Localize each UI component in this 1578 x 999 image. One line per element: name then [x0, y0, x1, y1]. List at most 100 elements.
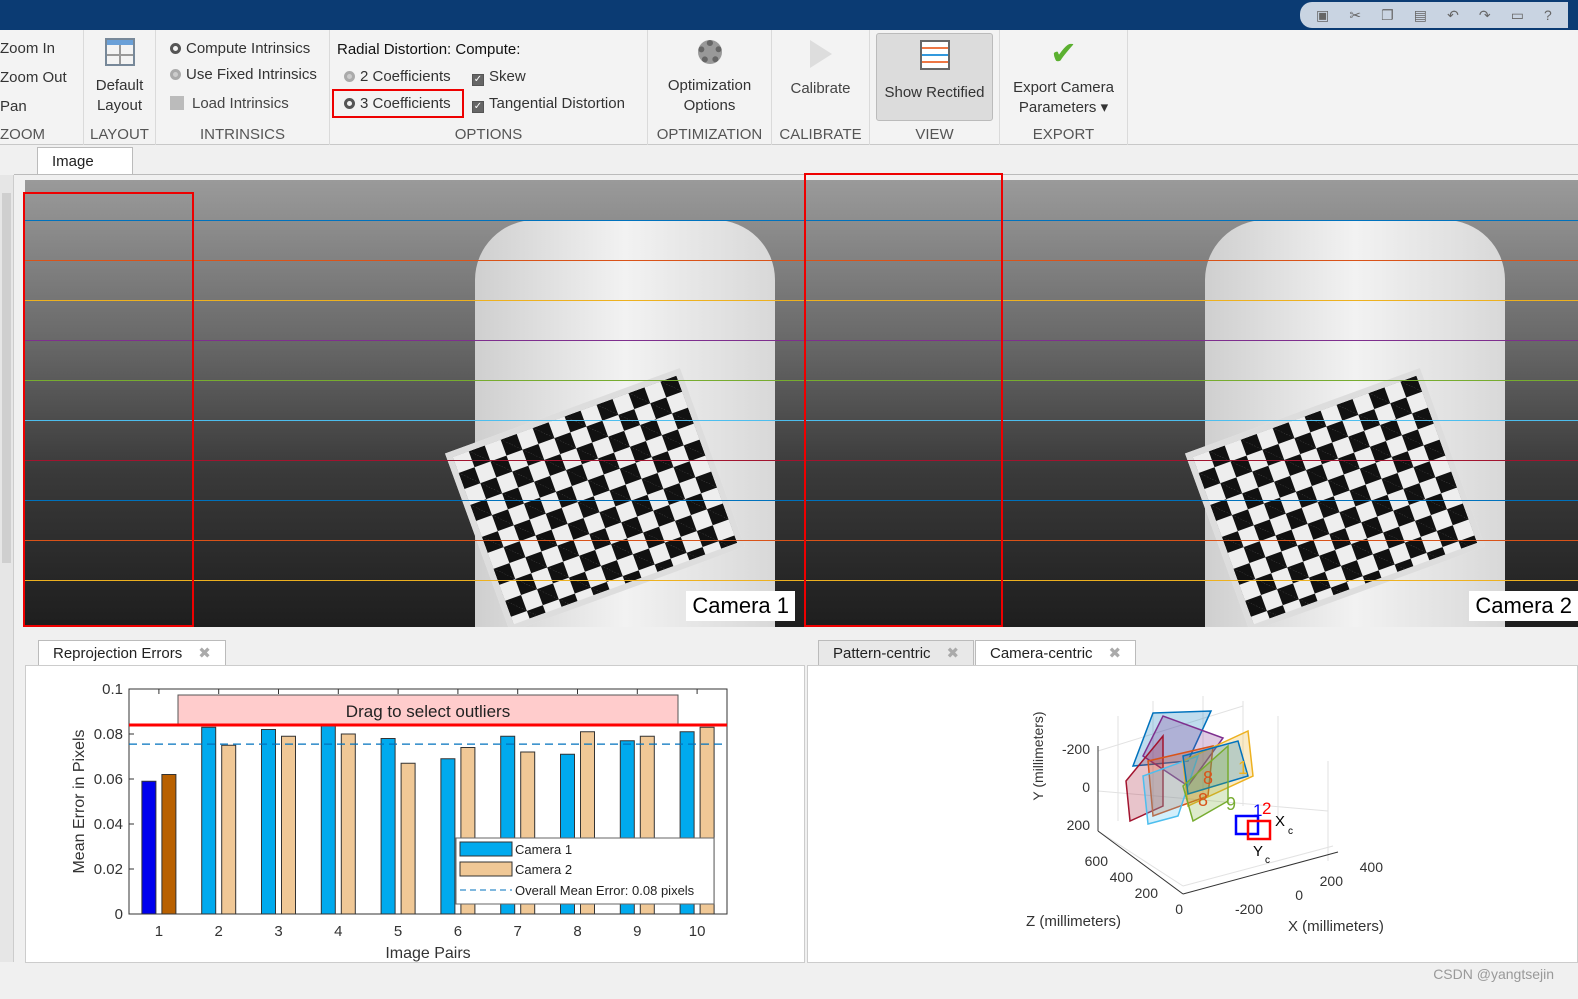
save-icon[interactable]: ▣ — [1316, 7, 1329, 24]
bar-camera-2 — [281, 735, 296, 915]
x-tick-label: 2 — [215, 923, 223, 940]
x-tick-label: 7 — [514, 923, 522, 940]
z-tick-label: 0 — [1175, 901, 1183, 917]
close-icon[interactable]: ✖ — [198, 645, 211, 662]
cut-icon[interactable]: ✂ — [1349, 7, 1361, 24]
legend-label: Camera 2 — [515, 862, 572, 877]
tab-pattern-centric[interactable]: Pattern-centric ✖ — [818, 640, 975, 666]
x-tick-label: 3 — [274, 923, 282, 940]
legend-swatch — [459, 841, 513, 857]
rectification-line — [25, 500, 1578, 501]
load-icon — [170, 96, 184, 110]
x-tick-label: 8 — [573, 923, 581, 940]
calibrate-button[interactable]: Calibrate — [772, 40, 869, 97]
bar-camera-1 — [320, 724, 336, 915]
calibrate-section: Calibrate CALIBRATE — [772, 30, 870, 145]
tab-camera-centric[interactable]: Camera-centric ✖ — [975, 640, 1137, 666]
zoom-label: ZOOM — [0, 126, 45, 143]
rectification-line — [25, 300, 1578, 301]
legend-label: Camera 1 — [515, 842, 572, 857]
extrinsics-3d-plot[interactable]: -20002006004002000 -2000200400Y (millimet… — [808, 666, 1578, 964]
legend-swatch — [459, 861, 513, 877]
reprojection-errors-panel: 0 0.02 0.04 0.06 0.08 0.1 1 2 3 4 5 6 7 8 9 10 Drag to s… — [25, 665, 805, 963]
skew-checkbox[interactable]: ✓ Skew — [472, 68, 526, 86]
layout-section: Default Layout LAYOUT — [84, 30, 156, 145]
zoom-in-button[interactable]: Zoom In — [0, 40, 55, 57]
redo-icon[interactable]: ↷ — [1479, 7, 1491, 24]
camera-label: 2 — [1262, 799, 1271, 818]
optimization-options-button[interactable]: Optimization Options — [648, 40, 771, 116]
highlight-box-camera-1 — [23, 192, 194, 627]
zoom-section: Zoom In Zoom Out Pan ZOOM — [0, 30, 84, 145]
dropdown-arrow-icon[interactable]: ▾ — [1096, 99, 1109, 116]
y-axis-label: Mean Error in Pixels — [71, 729, 88, 873]
rectification-line — [25, 340, 1578, 341]
layout-icon — [104, 38, 135, 66]
export-label: EXPORT — [1032, 126, 1095, 143]
help-icon[interactable]: ? — [1544, 7, 1552, 23]
tab-image[interactable]: Image — [37, 147, 133, 175]
x-tick-label: 200 — [1320, 873, 1344, 889]
x-tick-label: 4 — [334, 923, 342, 940]
default-layout-button[interactable]: Default Layout — [84, 38, 155, 116]
layout-label: LAYOUT — [90, 126, 149, 143]
z-tick-label: 200 — [1135, 885, 1159, 901]
radial-distortion-label: Radial Distortion: Compute: — [337, 41, 521, 58]
default-layout-text: Default — [95, 77, 144, 94]
ribbon: Zoom In Zoom Out Pan ZOOM Default Layout… — [0, 30, 1578, 145]
show-rectified-text: Show Rectified — [884, 84, 985, 101]
left-scrollbar[interactable] — [0, 175, 14, 962]
axis-label-sub: c — [1288, 826, 1293, 837]
y-tick-label: -200 — [1062, 741, 1090, 757]
2-coefficients-radio[interactable]: 2 Coefficients — [344, 68, 451, 85]
undo-icon[interactable]: ↶ — [1447, 7, 1459, 24]
bar-camera-1 — [141, 780, 157, 915]
x-tick-label: 5 — [394, 923, 402, 940]
tangential-distortion-checkbox[interactable]: ✓ Tangential Distortion — [472, 95, 625, 113]
tab-reprojection-errors[interactable]: Reprojection Errors ✖ — [38, 640, 226, 666]
rectification-line — [25, 420, 1578, 421]
pattern-label: 8 — [1203, 768, 1213, 788]
zoom-out-button[interactable]: Zoom Out — [0, 69, 67, 86]
y-axis-label: Y (millimeters) — [1030, 711, 1046, 800]
play-icon — [809, 40, 832, 68]
load-intrinsics-button[interactable]: Load Intrinsics — [170, 95, 289, 112]
x-tick-label: 6 — [454, 923, 462, 940]
pattern-label: 9 — [1226, 794, 1236, 814]
legend-label: Overall Mean Error: 0.08 pixels — [515, 883, 695, 898]
options-label: OPTIONS — [454, 126, 523, 143]
rectification-lines — [25, 180, 1578, 627]
checkmark-icon: ✔ — [1050, 35, 1077, 71]
optimization-text2: Options — [683, 97, 736, 114]
pan-button[interactable]: Pan — [0, 98, 27, 115]
optimization-label: OPTIMIZATION — [656, 126, 763, 143]
watermark: CSDN @yangtsejin — [1433, 966, 1554, 982]
y-tick-label: 0.02 — [94, 861, 123, 878]
close-icon[interactable]: ✖ — [947, 645, 960, 662]
extrinsics-panel: -200 0 200 600 400 200 0 -200 0 200 400 Y (millimet… — [807, 665, 1578, 963]
compute-intrinsics-radio[interactable]: Compute Intrinsics — [170, 40, 310, 57]
bar-camera-1 — [261, 729, 276, 915]
view-label: VIEW — [915, 126, 954, 143]
rectification-line — [25, 580, 1578, 581]
rectification-line — [25, 460, 1578, 461]
z-axis-label: Z (millimeters) — [1026, 913, 1121, 930]
y-tick-label: 0.1 — [102, 681, 123, 698]
x-tick-label: -200 — [1235, 901, 1263, 917]
pattern-label: 8 — [1198, 790, 1208, 810]
intrinsics-label: INTRINSICS — [199, 126, 285, 143]
export-text: Export Camera — [1013, 79, 1114, 96]
bar-camera-2 — [400, 762, 416, 915]
show-rectified-button[interactable]: Show Rectified — [876, 33, 993, 121]
window-icon[interactable]: ▭ — [1511, 7, 1524, 24]
bar-camera-2 — [161, 774, 177, 915]
export-camera-parameters-button[interactable]: ✔ Export Camera Parameters ▾ — [1000, 35, 1127, 118]
paste-icon[interactable]: ▤ — [1414, 7, 1427, 24]
reprojection-chart[interactable]: 0 0.02 0.04 0.06 0.08 0.1 1 2 3 4 5 6 7 8 9 10 Drag to s… — [26, 666, 806, 964]
drag-outliers-label: Drag to select outliers — [346, 702, 510, 721]
copy-icon[interactable]: ❐ — [1381, 7, 1394, 24]
close-icon[interactable]: ✖ — [1109, 645, 1122, 662]
optimization-section: Optimization Options OPTIMIZATION — [648, 30, 772, 145]
use-fixed-intrinsics-radio[interactable]: Use Fixed Intrinsics — [170, 66, 317, 83]
x-axis-label: X (millimeters) — [1288, 918, 1384, 935]
